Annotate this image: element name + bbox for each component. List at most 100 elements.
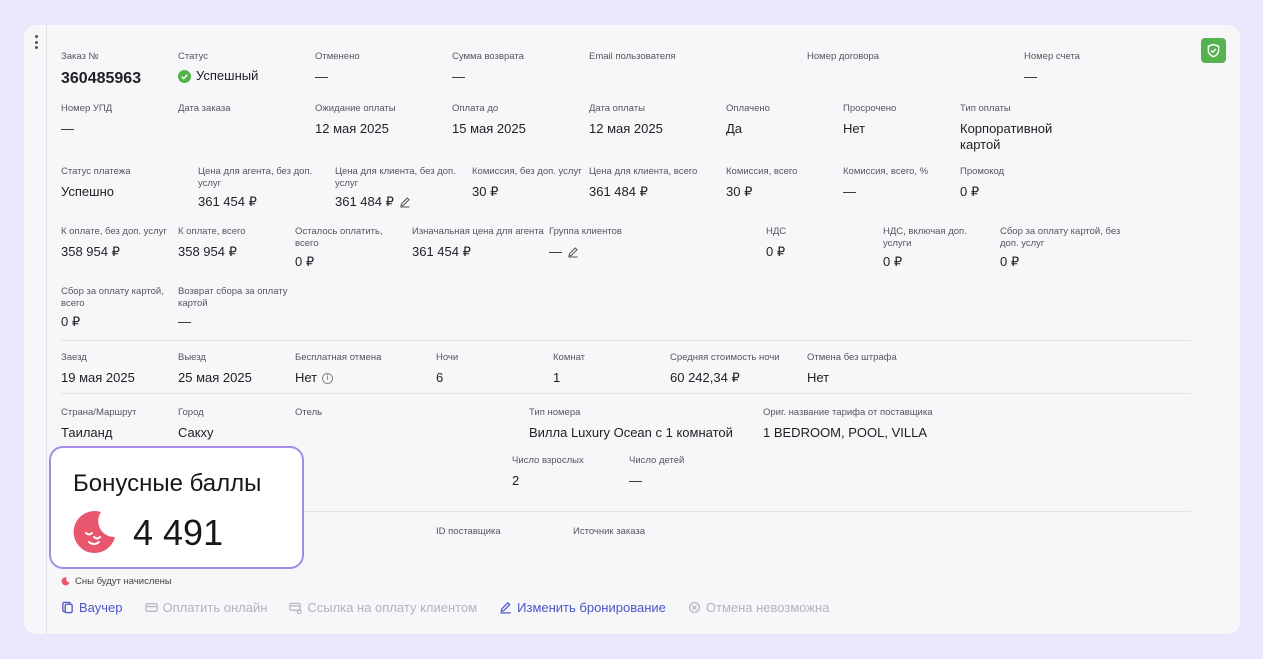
card-fee-total-field: Сбор за оплату картой, всего 0 ₽ [61,286,173,330]
field-label: Номер УПД [61,103,113,114]
pay-online-label: Оплатить онлайн [162,600,268,615]
status-value: Успешный [196,68,259,83]
client-pay-link-button[interactable]: Ссылка на оплату клиентом [289,600,477,615]
field-value: Нет [843,121,866,136]
edit-booking-button[interactable]: Изменить бронирование [499,600,666,615]
field-value: Корпоративной картой [960,121,1053,152]
field-label: Комиссия, без доп. услуг [472,166,582,177]
field-label: Сбор за оплату картой, всего [61,286,164,309]
field-value: — [315,69,328,84]
field-label: НДС, включая доп. услуги [883,226,967,249]
bonus-title: Бонусные баллы [73,470,262,497]
field-value: — [452,69,465,84]
payment-type-field: Тип оплаты Корпоративной картой [960,103,1070,153]
field-label: Email пользователя [589,51,676,62]
field-label: Средняя стоимость ночи [670,352,780,363]
supplier-id-label: ID поставщика [436,526,501,537]
field-value: Нет [807,370,830,385]
field-label: Статус платежа [61,166,131,177]
client-group-field: Группа клиентов — [549,226,622,260]
field-value: 19 мая 2025 [61,370,135,385]
field-value: Нет [295,370,318,385]
check-out-field: Выезд 25 мая 2025 [178,352,252,386]
shield-check-icon[interactable] [1201,38,1226,63]
upd-number-field: Номер УПД — [61,103,112,137]
field-label: Число взрослых [512,455,584,466]
free-cancellation-field: Бесплатная отмена Нет i [295,352,381,386]
field-label: Группа клиентов [549,226,622,237]
bonus-hint: Сны будут начислены [61,576,172,587]
field-value: 15 мая 2025 [452,121,526,136]
client-price-field: Цена для клиента, без доп. услуг 361 484… [335,166,465,210]
agent-price-field: Цена для агента, без доп. услуг 361 454 … [198,166,323,210]
pencil-icon [500,602,511,614]
field-value: Да [726,121,743,136]
field-value: — [178,314,191,329]
field-label: Цена для клиента, всего [589,166,698,177]
contract-number-field: Номер договора [807,51,879,69]
voucher-button[interactable]: Ваучер [61,600,123,615]
field-label: Сбор за оплату картой, без доп. услуг [1000,226,1121,249]
field-value: — [843,184,856,199]
field-label: Цена для клиента, без доп. услуг [335,166,456,189]
section-divider [61,340,1191,341]
field-label: Число детей [629,455,685,466]
field-label: Комиссия, всего, % [843,166,929,177]
card-icon [144,603,158,612]
field-label: Сумма возврата [452,51,524,62]
moon-icon [61,577,70,586]
card-fee-field: Сбор за оплату картой, без доп. услуг 0 … [1000,226,1125,270]
hotel-field: Отель [295,407,322,425]
field-label: Дата оплаты [589,103,645,114]
cancelled-field: Отменено — [315,51,360,85]
field-label: Осталось оплатить, всего [295,226,383,249]
field-label: Комиссия, всего [726,166,798,177]
client-pay-link-label: Ссылка на оплату клиентом [307,600,478,615]
field-value: 1 BEDROOM, POOL, VILLA [763,425,927,440]
room-type-field: Тип номера Вилла Luxury Ocean с 1 комнат… [529,407,733,441]
field-value: 12 мая 2025 [589,121,663,136]
country-field: Страна/Маршрут Таиланд [61,407,136,441]
field-label: Ориг. название тарифа от поставщика [763,407,933,418]
field-value: 6 [436,370,444,385]
field-label: Отменено [315,51,360,62]
field-value: 30 ₽ [472,184,499,199]
field-value: 0 ₽ [1000,254,1020,269]
field-label: Бесплатная отмена [295,352,382,363]
info-icon[interactable]: i [322,372,334,384]
payment-status-field: Статус платежа Успешно [61,166,131,200]
actions-bar: Ваучер Оплатить онлайн Ссылка на оплату … [61,600,829,615]
field-value: 358 954 ₽ [178,244,237,259]
pencil-icon[interactable] [567,246,579,258]
cancel-circle-icon [688,601,700,614]
section-divider [61,393,1191,394]
check-circle-icon [178,69,191,83]
field-label: Отмена без штрафа [807,352,897,363]
cancel-impossible-label: Отмена невозможна [705,600,830,615]
cancel-impossible-button[interactable]: Отмена невозможна [688,600,830,615]
kebab-menu-icon[interactable] [34,35,38,49]
field-label: Дата заказа [178,103,231,114]
field-label: Просрочено [843,103,897,114]
status-field: Статус Успешный [178,51,258,84]
field-value: 361 484 ₽ [589,184,648,199]
city-field: Город Сакху [178,407,213,441]
field-value: — [1024,69,1037,84]
field-label: Тип номера [529,407,581,418]
field-label: Тип оплаты [960,103,1011,114]
order-date-field: Дата заказа [178,103,231,121]
user-email-field: Email пользователя [589,51,676,69]
pay-until-field: Оплата до 15 мая 2025 [452,103,526,137]
field-value: — [629,473,642,488]
vat-total-field: НДС, включая доп. услуги 0 ₽ [883,226,988,270]
field-value: 0 ₽ [766,244,786,259]
nights-field: Ночи 6 [436,352,458,386]
pencil-icon[interactable] [399,196,411,208]
pay-online-button[interactable]: Оплатить онлайн [144,600,268,615]
field-label: Комнат [553,352,586,363]
field-value: 25 мая 2025 [178,370,252,385]
field-value: 358 954 ₽ [61,244,120,259]
commission-percent-field: Комиссия, всего, % — [843,166,928,200]
field-value: — [549,244,562,259]
commission-field: Комиссия, без доп. услуг 30 ₽ [472,166,582,200]
